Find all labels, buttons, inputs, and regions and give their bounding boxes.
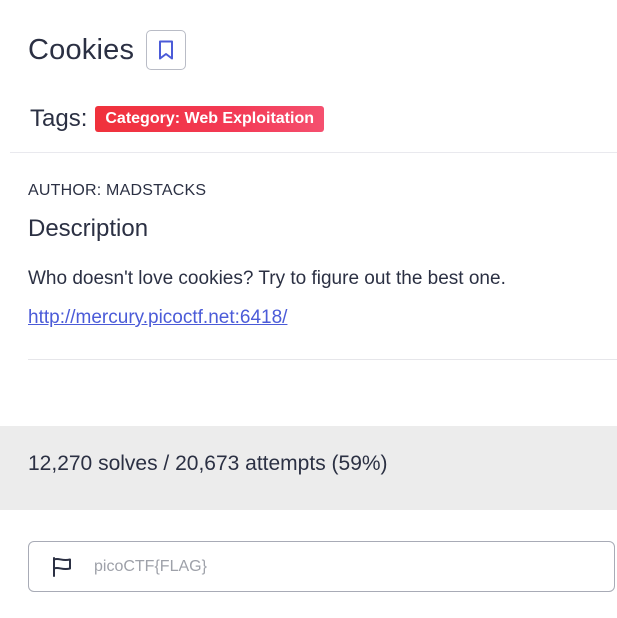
description-text: Who doesn't love cookies? Try to figure … [28, 268, 506, 289]
flag-icon [50, 555, 74, 579]
challenge-page: Cookies Tags: Category: Web Exploitation… [0, 0, 617, 618]
bookmark-button[interactable] [146, 30, 187, 70]
divider [28, 359, 617, 360]
tags-label: Tags: [30, 105, 88, 132]
tags-row: Tags: Category: Web Exploitation [30, 103, 324, 135]
challenge-title: Cookies [28, 34, 135, 66]
solve-stats: 12,270 solves / 20,673 attempts (59%) [28, 452, 388, 475]
stats-panel: 12,270 solves / 20,673 attempts (59%) [0, 426, 617, 510]
description-heading: Description [28, 215, 149, 242]
title-row: Cookies [28, 30, 187, 70]
divider [10, 152, 617, 153]
author-label: AUTHOR: MADSTACKS [28, 182, 207, 199]
category-tag[interactable]: Category: Web Exploitation [95, 106, 324, 132]
flag-input[interactable] [94, 557, 574, 576]
bookmark-icon [159, 40, 174, 60]
challenge-link[interactable]: http://mercury.picoctf.net:6418/ [28, 307, 287, 329]
flag-submit-box[interactable] [28, 541, 615, 592]
